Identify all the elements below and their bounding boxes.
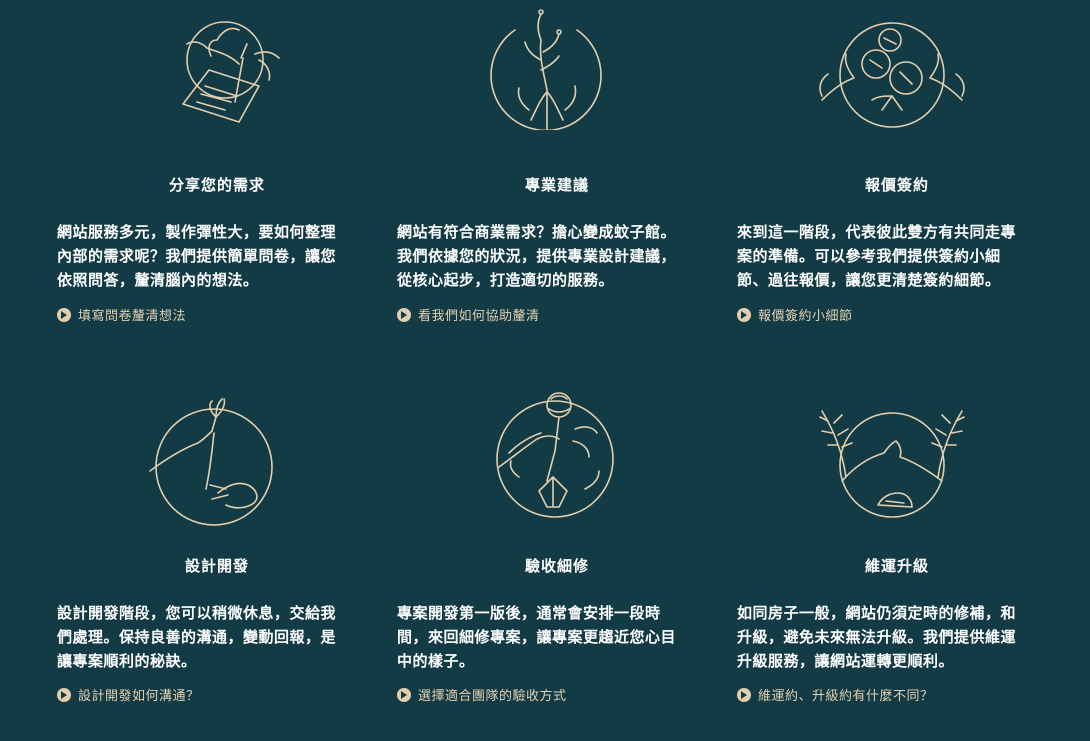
card-title: 驗收細修 xyxy=(524,557,589,575)
arrow-right-circle-icon xyxy=(397,687,411,702)
card-title: 報價簽約 xyxy=(864,176,929,194)
link-contract-details[interactable]: 報價簽約小細節 xyxy=(737,305,853,324)
link-questionnaire[interactable]: 填寫問卷釐清想法 xyxy=(57,305,186,324)
card-description: 網站有符合商業需求？擔心變成蚊子館。 我們依據您的狀況，提供專業設計建議， 從核… xyxy=(397,223,677,289)
card-description: 如同房子一般，網站仍須定時的修補，和 升級，避免未來無法升級。我們提供維運 升級… xyxy=(737,604,1017,670)
arrow-right-circle-icon xyxy=(737,687,751,702)
hand-writing-icon xyxy=(57,0,377,130)
link-acceptance-method[interactable]: 選擇適合團隊的驗收方式 xyxy=(397,685,567,704)
pinky-promise-icon xyxy=(737,381,1057,518)
hand-holding-bouquet-icon xyxy=(397,381,717,518)
link-clarification[interactable]: 看我們如何協助釐清 xyxy=(397,305,540,324)
link-communication[interactable]: 設計開發如何溝通？ xyxy=(57,685,200,704)
arrow-right-circle-icon xyxy=(397,307,411,322)
card-title: 專業建議 xyxy=(524,176,589,194)
process-grid: 分享您的需求 網站服務多元，製作彈性大，要如何整理 內部的需求呢？我們提供簡單問… xyxy=(0,0,1090,741)
card-description: 來到這一階段，代表彼此雙方有共同走專 案的準備。可以參考我們提供簽約小細 節、過… xyxy=(737,223,1017,289)
arrow-right-circle-icon xyxy=(737,307,751,322)
link-maintenance-vs-upgrade[interactable]: 維運約、升級約有什麼不同？ xyxy=(737,685,934,704)
card-title: 設計開發 xyxy=(184,557,249,575)
card-description: 設計開發階段，您可以稍微休息，交給我 們處理。保持良善的溝通，變動回報，是 讓專… xyxy=(57,604,337,670)
card-description: 專案開發第一版後，通常會安排一段時 間，來回細修專案，讓專案更趨近您心目 中的樣… xyxy=(397,604,677,670)
card-title: 維運升級 xyxy=(864,557,929,575)
hands-passing-flower-icon xyxy=(57,381,377,526)
card-description: 網站服務多元，製作彈性大，要如何整理 內部的需求呢？我們提供簡單問卷，讓您 依照… xyxy=(57,223,337,289)
hands-flowers-icon xyxy=(737,0,1057,130)
hand-sprout-icon xyxy=(397,0,717,130)
card-title: 分享您的需求 xyxy=(168,176,265,194)
arrow-right-circle-icon xyxy=(57,687,71,702)
arrow-right-circle-icon xyxy=(57,307,71,322)
